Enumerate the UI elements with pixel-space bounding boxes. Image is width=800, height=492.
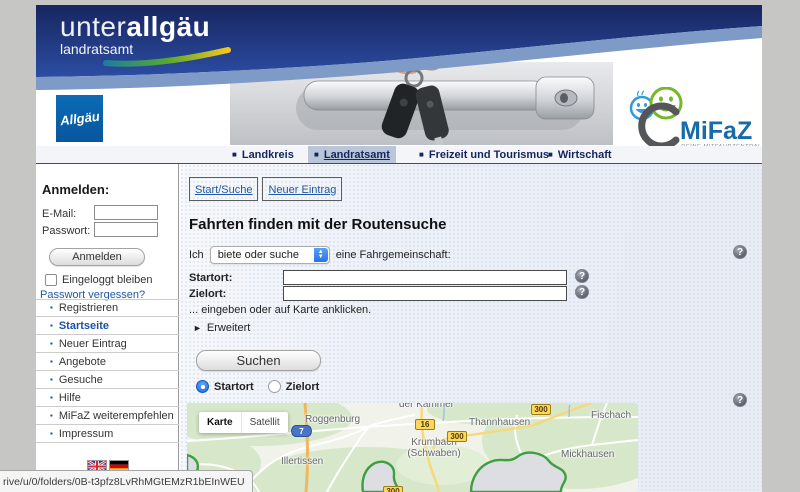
nav-divider bbox=[36, 163, 762, 164]
google-map[interactable]: Karte Satellit der Kammel Roggenburg Tha… bbox=[187, 403, 638, 492]
main-navigation: ■ Landkreis ■ Landratsamt ■ Freizeit und… bbox=[36, 146, 762, 163]
stay-logged-in-checkbox[interactable] bbox=[45, 274, 57, 286]
password-field[interactable] bbox=[94, 222, 158, 237]
status-url-text: rive/u/0/folders/0B-t3pfz8LvRhMGtEMzR1bE… bbox=[3, 476, 245, 488]
menu-square-icon: ▪ bbox=[50, 340, 53, 348]
nav-square-icon: ■ bbox=[314, 151, 319, 159]
mode-select-value: biete oder suche bbox=[211, 249, 299, 261]
sidebar-item-neuer-eintrag[interactable]: ▪Neuer Eintrag bbox=[36, 335, 179, 353]
map-place-label: Illertissen bbox=[281, 456, 323, 467]
help-icon[interactable]: ? bbox=[575, 269, 589, 283]
startort-input[interactable] bbox=[283, 270, 567, 285]
radio-selected-icon[interactable] bbox=[196, 380, 209, 393]
mode-select[interactable]: biete oder suche ▲▼ bbox=[210, 246, 330, 264]
map-place-label: Mickhausen bbox=[561, 449, 614, 460]
menu-square-icon: ▪ bbox=[50, 412, 53, 420]
svg-text:MiFaZ: MiFaZ bbox=[680, 117, 752, 145]
map-type-control: Karte Satellit bbox=[199, 412, 288, 433]
nav-square-icon: ■ bbox=[548, 151, 553, 159]
allgau-logo-label: Allgäu bbox=[59, 109, 100, 129]
nav-square-icon: ■ bbox=[232, 151, 237, 159]
map-place-label: Roggenburg bbox=[305, 414, 360, 425]
select-stepper-icon: ▲▼ bbox=[314, 248, 328, 262]
sidebar-menu: ▪Registrieren ▪Startseite ▪Neuer Eintrag… bbox=[36, 299, 179, 443]
page-title: Fahrten finden mit der Routensuche bbox=[189, 216, 447, 233]
menu-square-icon: ▪ bbox=[50, 376, 53, 384]
stay-logged-in-label: Eingeloggt bleiben bbox=[62, 274, 153, 286]
email-label: E-Mail: bbox=[42, 208, 76, 220]
map-type-satellit-button[interactable]: Satellit bbox=[242, 412, 288, 433]
route-shield: 300 bbox=[447, 431, 467, 442]
tab-start-suche[interactable]: Start/Suche bbox=[189, 177, 258, 201]
zielort-input[interactable] bbox=[283, 286, 567, 301]
menu-square-icon: ▪ bbox=[50, 430, 53, 438]
motorway-shield: 7 bbox=[291, 425, 312, 437]
nav-item-wirtschaft[interactable]: ■ Wirtschaft bbox=[542, 146, 618, 163]
map-place-label: Fischach bbox=[591, 410, 631, 421]
tab-neuer-eintrag[interactable]: Neuer Eintrag bbox=[262, 177, 342, 201]
content-tabs: Start/Suche Neuer Eintrag bbox=[189, 177, 342, 201]
startort-label: Startort: bbox=[189, 272, 232, 284]
email-field[interactable] bbox=[94, 205, 158, 220]
nav-item-freizeit-und-tourismus[interactable]: ■ Freizeit und Tourismus bbox=[413, 146, 555, 163]
help-icon[interactable]: ? bbox=[733, 393, 747, 407]
map-type-karte-button[interactable]: Karte bbox=[199, 412, 241, 433]
search-button[interactable]: Suchen bbox=[196, 350, 321, 371]
map-mode-radios: Startort Zielort bbox=[196, 380, 319, 393]
menu-square-icon: ▪ bbox=[50, 358, 53, 366]
route-shield: 16 bbox=[415, 419, 435, 430]
sidebar-item-mifaz-weiterempfehlen[interactable]: ▪MiFaZ weiterempfehlen bbox=[36, 407, 179, 425]
menu-square-icon: ▪ bbox=[50, 304, 53, 312]
password-label: Passwort: bbox=[42, 225, 90, 237]
zielort-label: Zielort: bbox=[189, 288, 226, 300]
browser-page: unterallgäu landratsamt Allgäu bbox=[36, 5, 762, 492]
menu-square-icon: ▪ bbox=[50, 322, 53, 330]
sidebar-item-impressum[interactable]: ▪Impressum bbox=[36, 425, 179, 443]
erweitert-toggle[interactable]: ► Erweitert bbox=[193, 322, 250, 334]
login-button[interactable]: Anmelden bbox=[49, 248, 145, 266]
logo-swoosh-icon bbox=[102, 47, 232, 69]
map-hint: ... eingeben oder auf Karte anklicken. bbox=[189, 304, 371, 316]
radio-startort[interactable]: Startort bbox=[196, 380, 254, 393]
sidebar-item-gesuche[interactable]: ▪Gesuche bbox=[36, 371, 179, 389]
help-icon[interactable]: ? bbox=[733, 245, 747, 259]
map-place-label: Thannhausen bbox=[469, 417, 530, 428]
menu-square-icon: ▪ bbox=[50, 394, 53, 402]
allgau-logo: Allgäu bbox=[56, 95, 103, 142]
help-icon[interactable]: ? bbox=[575, 285, 589, 299]
main-content: Start/Suche Neuer Eintrag Fahrten finden… bbox=[180, 164, 762, 492]
sidebar-item-hilfe[interactable]: ▪Hilfe bbox=[36, 389, 179, 407]
browser-status-bar: rive/u/0/folders/0B-t3pfz8LvRhMGtEMzR1bE… bbox=[0, 470, 253, 492]
radio-unselected-icon[interactable] bbox=[268, 380, 281, 393]
search-mode-row: Ich biete oder suche ▲▼ eine Fahrgemeins… bbox=[189, 246, 451, 264]
sidebar-item-startseite[interactable]: ▪Startseite bbox=[36, 317, 179, 335]
site-logo-title: unterallgäu bbox=[60, 12, 210, 41]
triangle-right-icon: ► bbox=[193, 323, 202, 333]
nav-item-landratsamt[interactable]: ■ Landratsamt bbox=[308, 146, 396, 163]
map-place-label: der Kammel bbox=[399, 403, 453, 410]
route-shield: 300 bbox=[531, 404, 551, 415]
route-shield: 300 bbox=[383, 486, 403, 492]
sidebar: Anmelden: E-Mail: Passwort: Anmelden Ein… bbox=[36, 164, 179, 492]
sidebar-item-registrieren[interactable]: ▪Registrieren bbox=[36, 299, 179, 317]
sidebar-item-angebote[interactable]: ▪Angebote bbox=[36, 353, 179, 371]
login-heading: Anmelden: bbox=[42, 182, 109, 197]
nav-item-landkreis[interactable]: ■ Landkreis bbox=[226, 146, 300, 163]
radio-zielort[interactable]: Zielort bbox=[268, 380, 320, 393]
ich-label: Ich bbox=[189, 249, 204, 261]
nav-square-icon: ■ bbox=[419, 151, 424, 159]
fahrgemeinschaft-label: eine Fahrgemeinschaft: bbox=[336, 249, 451, 261]
